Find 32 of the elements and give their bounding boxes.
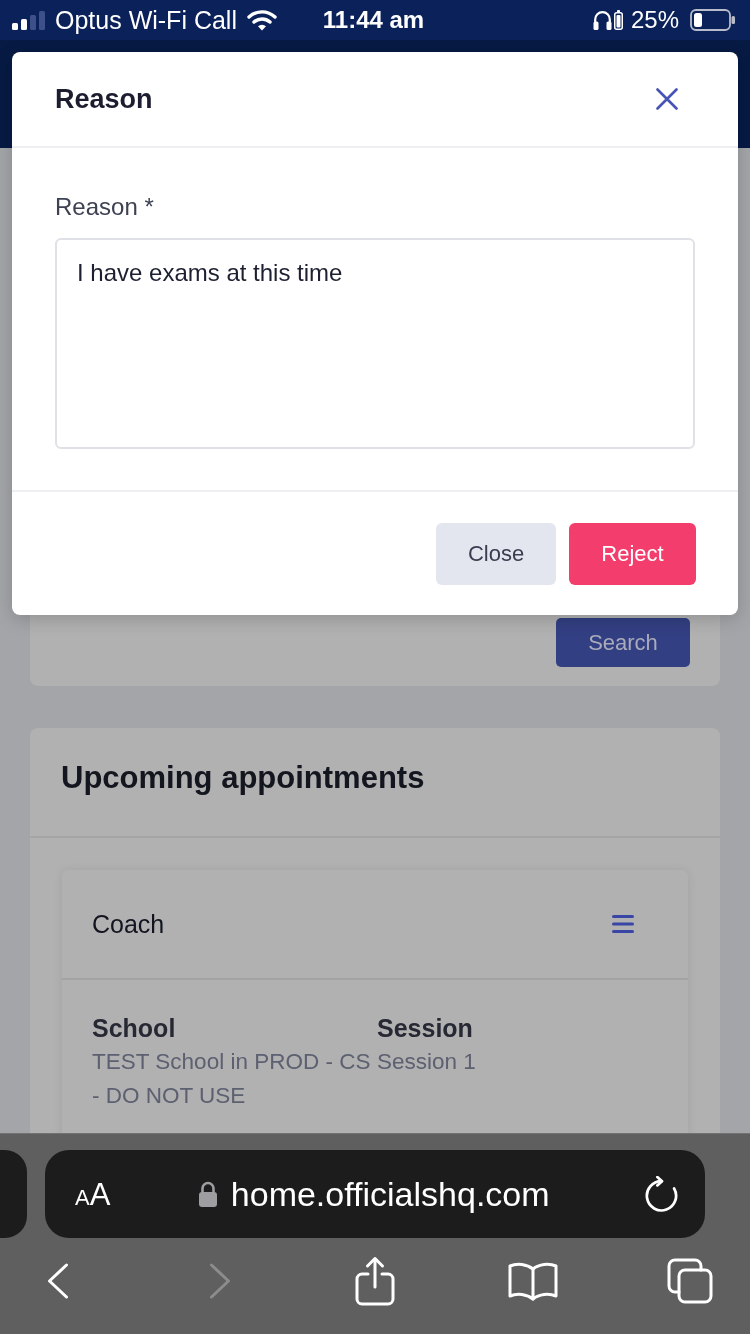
signal-icon (12, 10, 45, 30)
close-icon[interactable] (656, 88, 678, 110)
share-icon[interactable] (355, 1256, 395, 1306)
book-icon[interactable] (508, 1261, 558, 1301)
close-button[interactable]: Close (436, 523, 556, 585)
battery-icon (690, 9, 735, 31)
small-battery-icon (613, 10, 623, 30)
field-label: Session (377, 1014, 474, 1042)
reject-button[interactable]: Reject (569, 523, 696, 585)
search-button[interactable]: Search (556, 618, 690, 667)
field-value: TEST School in PROD - CS - DO NOT USE (92, 1048, 372, 1110)
adjacent-tab-edge[interactable] (0, 1150, 27, 1238)
card-title: Coach (92, 909, 165, 939)
field-label: School (92, 1014, 177, 1042)
section-title: Upcoming appointments (61, 760, 425, 796)
modal-title: Reason (55, 83, 153, 115)
menu-icon[interactable] (612, 915, 634, 933)
reload-icon[interactable] (645, 1176, 678, 1212)
reason-field[interactable]: I have exams at this time (55, 238, 695, 449)
page-settings-button[interactable]: AA (75, 1178, 111, 1210)
battery-percentage: 25% (630, 5, 679, 35)
clock-time: 11:44 am (322, 5, 425, 35)
carrier-name: Optus Wi-Fi Call (55, 5, 237, 35)
url-text[interactable]: home.officialshq.com (230, 1174, 550, 1214)
field-value: Session 1 (377, 1048, 477, 1076)
back-icon[interactable] (47, 1263, 69, 1299)
headphones-icon (592, 10, 612, 30)
address-bar[interactable]: AA home.officialshq.com (45, 1150, 705, 1238)
field-label: Reason * (55, 194, 155, 220)
wifi-icon (246, 9, 277, 31)
lock-icon (197, 1181, 218, 1207)
tabs-icon[interactable] (667, 1258, 713, 1304)
